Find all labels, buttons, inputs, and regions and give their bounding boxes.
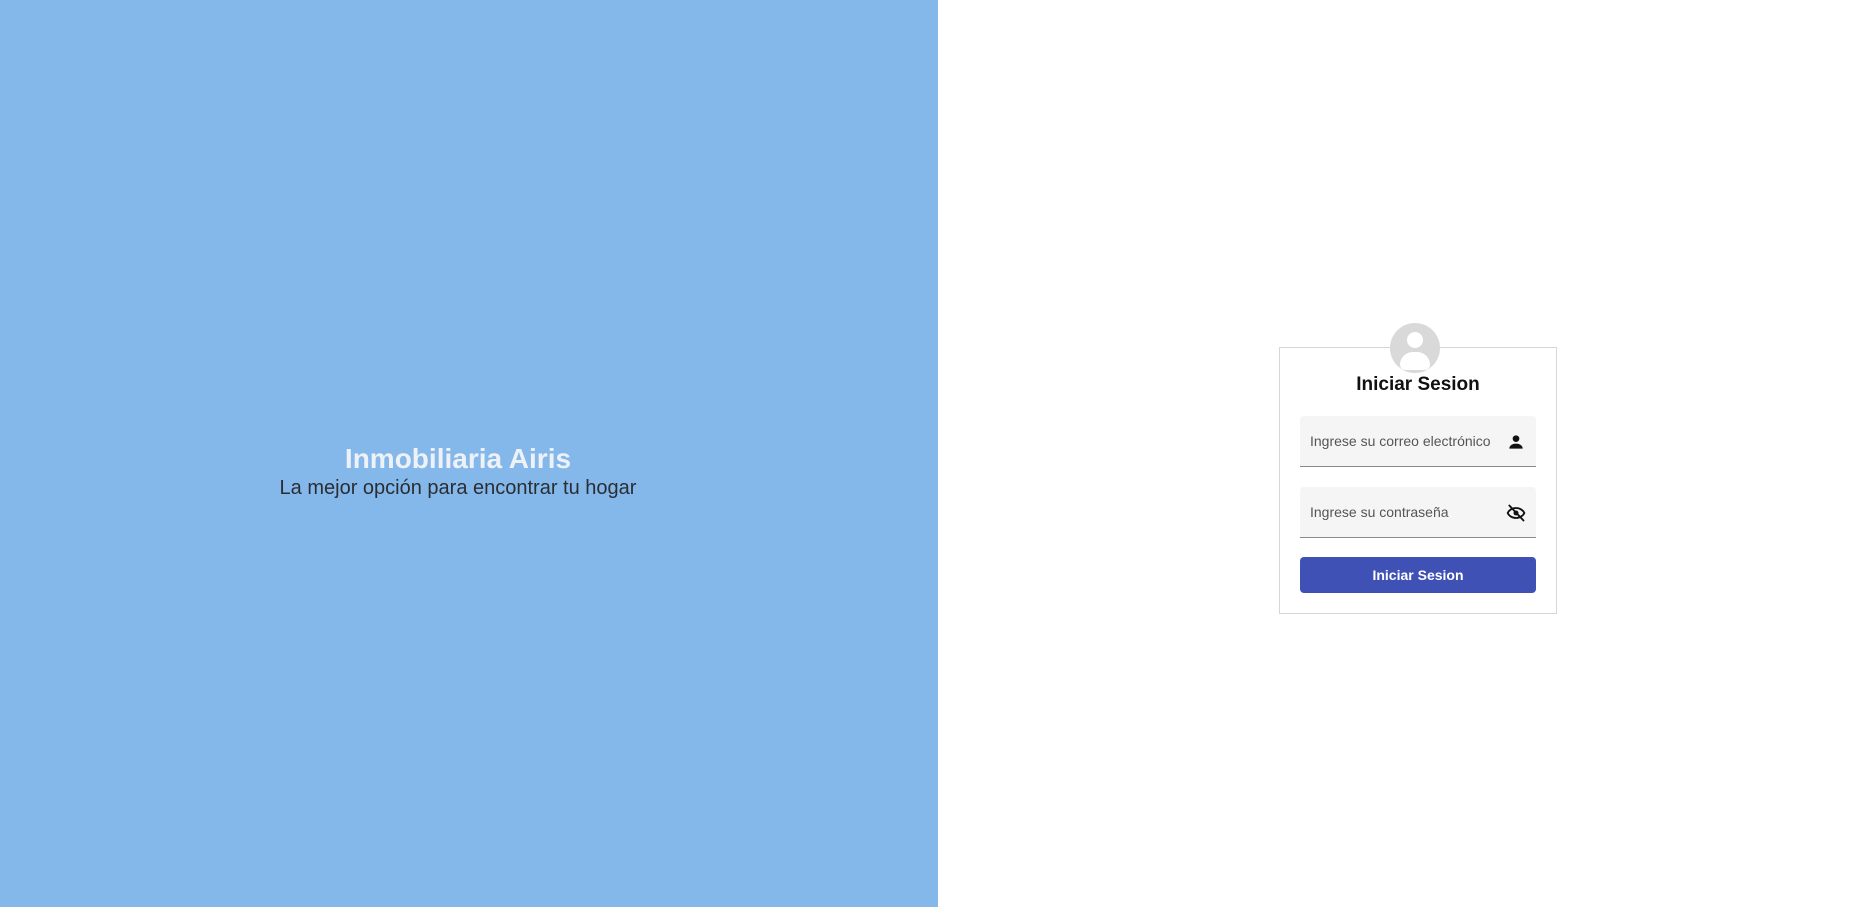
login-page: Inmobiliaria Airis La mejor opción para …: [0, 0, 1871, 907]
email-input[interactable]: [1300, 416, 1536, 466]
login-title: Iniciar Sesion: [1356, 374, 1480, 395]
avatar-body: [1400, 352, 1430, 370]
hero-subtitle: La mejor opción para encontrar tu hogar: [279, 477, 637, 499]
password-field: [1300, 487, 1536, 538]
avatar-head: [1407, 332, 1423, 348]
person-icon: [1509, 435, 1523, 449]
hero-title: Inmobiliaria Airis: [344, 443, 572, 474]
visibility-off-icon[interactable]: [1506, 503, 1526, 523]
email-field: [1300, 416, 1536, 467]
login-card: Iniciar Sesion Iniciar Sesion: [1279, 347, 1557, 614]
hero-text: Inmobiliaria Airis La mejor opción para …: [0, 442, 916, 501]
hero-panel: Inmobiliaria Airis La mejor opción para …: [0, 0, 938, 907]
account-circle-icon: [1390, 323, 1440, 373]
password-input[interactable]: [1300, 487, 1536, 537]
login-button[interactable]: Iniciar Sesion: [1300, 557, 1536, 593]
